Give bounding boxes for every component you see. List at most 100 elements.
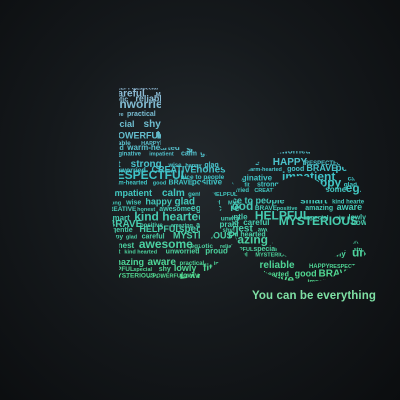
cloud-word: shy xyxy=(144,119,162,130)
cloud-word: RESPECTFUL xyxy=(217,278,260,285)
cloud-word: imaginative xyxy=(108,152,142,158)
cloud-word: MYSTERIOUS xyxy=(255,253,292,259)
cloud-word: positive xyxy=(239,146,260,152)
cloud-word: good xyxy=(241,103,258,110)
cloud-word: CREATIVE xyxy=(104,206,137,213)
cloud-word: BRAVE xyxy=(169,180,193,187)
cloud-word: unworried xyxy=(205,269,249,279)
cloud-word: warm-hearted xyxy=(126,143,180,152)
cloud-word: careful xyxy=(201,201,221,207)
cloud-word: warm-hearted xyxy=(107,181,148,187)
cloud-word: RESPECTFUL xyxy=(160,140,207,147)
cloud-word: egzotic xyxy=(285,228,304,234)
cloud-word: BRAVE xyxy=(217,145,240,152)
cloud-word: MYSTERIOUS xyxy=(279,214,358,228)
cloud-word: nice to people xyxy=(364,263,400,270)
cloud-word: honest xyxy=(108,241,135,250)
cloud-word: CREATIVE xyxy=(317,143,377,157)
cloud-word: HELPFUL xyxy=(228,247,254,253)
cloud-word: positive xyxy=(335,163,373,174)
cloud-word: lowly xyxy=(180,83,201,92)
cloud-word: positive xyxy=(351,273,374,279)
cloud-word: gentle xyxy=(200,149,224,158)
cloud-word: wise xyxy=(246,267,259,273)
cloud-word: imaginative xyxy=(214,261,244,267)
cloud-word: reliable xyxy=(310,227,335,234)
cloud-word: warm-hearted xyxy=(245,167,282,173)
cloud-word: unworried xyxy=(276,229,320,239)
cloud-word: imaginative xyxy=(228,272,294,286)
cloud-word: warm-hearted xyxy=(357,233,398,239)
cloud-word: unworried xyxy=(352,246,400,260)
cloud-word: aware xyxy=(272,238,291,245)
cloud-word: lowly xyxy=(326,250,347,259)
cloud-word: HAPPY xyxy=(180,94,215,105)
cloud-word: egzotic xyxy=(346,181,388,195)
cloud-word: egzotic xyxy=(220,260,251,270)
cloud-word: special xyxy=(104,119,135,129)
cloud-word: unworried xyxy=(166,249,200,256)
cloud-word: aware xyxy=(108,112,124,118)
cloud-word: good xyxy=(295,269,317,279)
cloud-word: HAPPY xyxy=(346,225,374,234)
letter-e-word-cloud: POWERFULlowly unworried CREATIVEreliable HA… xyxy=(220,143,400,293)
cloud-word: lowly xyxy=(164,123,180,129)
cloud-word: proud xyxy=(224,166,242,173)
cloud-word: shy xyxy=(165,85,177,92)
typography-artwork: HELPFUL special shy lowly fit strongcareful MY… xyxy=(104,83,400,293)
cloud-word: good xyxy=(153,181,166,187)
cloud-word: shy xyxy=(285,244,299,253)
cloud-word: calm xyxy=(181,151,197,158)
cloud-word: CREATIVE xyxy=(223,135,251,141)
cloud-word: reliable xyxy=(260,260,295,271)
cloud-word: egzotic xyxy=(108,278,132,285)
cloud-word: impatient xyxy=(221,105,274,119)
cloud-word: positive xyxy=(192,178,223,187)
tagline-text: You can be everything xyxy=(252,290,376,302)
cloud-word: careful xyxy=(362,182,381,188)
cloud-word: wise xyxy=(223,120,242,129)
cloud-word: MYSTERIOUS xyxy=(156,92,196,98)
cloud-word: POWERFUL xyxy=(193,92,225,98)
cloud-word: awesome xyxy=(310,185,347,194)
cloud-word: gentle xyxy=(360,278,381,285)
cloud-word: POWERFUL xyxy=(220,150,252,156)
cloud-word: kind hearted xyxy=(124,250,157,256)
cloud-word: kind hearted xyxy=(134,209,205,223)
cloud-word: unworried xyxy=(189,135,218,141)
cloud-word: gentle xyxy=(366,177,382,183)
cloud-word: lowly xyxy=(249,149,267,156)
cloud-word: POWERFUL xyxy=(351,220,388,227)
cloud-word: honest xyxy=(283,187,307,194)
cloud-word: wise xyxy=(283,179,302,188)
cloud-word: HELPFUL xyxy=(212,192,238,198)
cloud-word: proud xyxy=(205,247,228,256)
cloud-word: unworried xyxy=(272,147,311,156)
cloud-word: happy xyxy=(246,116,282,130)
cloud-word: aware xyxy=(337,202,363,212)
cloud-word: smart xyxy=(104,250,120,256)
cloud-word: imaginative xyxy=(325,238,364,245)
cloud-word: shy xyxy=(159,266,171,273)
cloud-word: lowly xyxy=(224,287,239,293)
cloud-word: practical xyxy=(366,202,400,213)
cloud-word: proud xyxy=(224,273,240,279)
cloud-word: lowly xyxy=(222,91,240,98)
cloud-word: unworried xyxy=(112,97,170,111)
cloud-word: strong xyxy=(230,85,250,92)
cloud-word: proud xyxy=(178,103,196,110)
cloud-word: RESPECTFUL xyxy=(212,98,252,104)
cloud-word: strong xyxy=(197,122,219,129)
cloud-word: imaginative xyxy=(166,109,211,118)
cloud-word: CREATIVE xyxy=(254,188,282,194)
cloud-word: warm-hearted xyxy=(198,104,235,110)
cloud-word: fit xyxy=(372,212,381,222)
cloud-word: strong xyxy=(223,267,242,273)
cloud-word: HAPPY xyxy=(180,272,221,286)
cloud-word: careful xyxy=(228,253,248,259)
cloud-word: happy xyxy=(104,233,124,240)
cloud-word: reliable xyxy=(228,157,260,167)
cloud-word: fit xyxy=(243,286,250,293)
cloud-word: lowly xyxy=(302,240,332,254)
cloud-word: practical xyxy=(127,111,156,118)
